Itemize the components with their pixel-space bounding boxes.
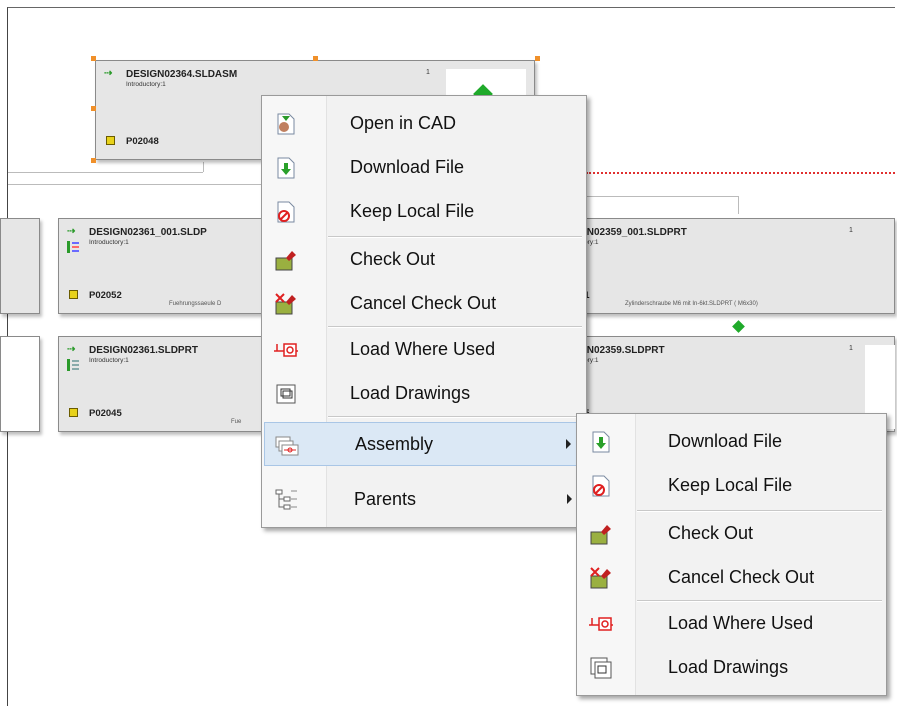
load-where-used-icon (589, 617, 613, 631)
cancel-check-out-icon (590, 567, 611, 589)
relation-dotted-line (586, 172, 895, 174)
structure-icon (67, 241, 79, 253)
menu-item-label: Load Drawings (668, 657, 789, 677)
menu-item-parents[interactable]: Parents (264, 478, 584, 522)
selection-handle[interactable] (535, 56, 540, 61)
menu-item-label: Open in CAD (350, 113, 457, 133)
load-drawings-icon (276, 384, 296, 404)
relation-arrow-icon: ⇢ (67, 344, 76, 355)
menu-item-load-where-used[interactable]: Load Where Used (264, 328, 584, 372)
selection-handle[interactable] (91, 106, 96, 111)
relation-arrow-icon: ⇢ (67, 226, 76, 237)
check-out-icon (275, 251, 296, 271)
download-file-icon (277, 157, 295, 179)
load-drawings-icon (590, 657, 612, 679)
node-description: Fue (231, 419, 242, 425)
connector-line (8, 172, 203, 173)
menu-item-check-out[interactable]: Check Out (264, 238, 584, 282)
node-title: GN02359_001.SLDPRT (579, 227, 687, 238)
node-revision: 1 (426, 69, 430, 76)
connector-line (738, 196, 739, 214)
menu-item-label: Load Where Used (668, 613, 814, 633)
open-in-cad-icon (277, 113, 295, 135)
connector-line (8, 184, 263, 185)
keep-local-file-icon (277, 201, 295, 223)
node-subtitle: Introductory:1 (89, 239, 129, 246)
node-revision: 1 (849, 227, 853, 234)
menu-item-label: Cancel Check Out (350, 293, 497, 313)
menu-item-label: Check Out (350, 249, 436, 269)
assembly-icon (275, 436, 299, 456)
connector-line (203, 162, 204, 172)
tree-node-partial[interactable] (0, 336, 40, 432)
node-title: DESIGN02364.SLDASM (126, 69, 238, 80)
menu-separator (328, 416, 582, 418)
submenu-item-cancel-check-out[interactable]: Cancel Check Out (579, 556, 884, 600)
menu-item-label: Load Drawings (350, 383, 471, 403)
menu-item-load-drawings[interactable]: Load Drawings (264, 372, 584, 416)
node-title: DESIGN02361_001.SLDP (89, 227, 207, 238)
check-out-icon (590, 525, 611, 545)
menu-item-open-in-cad[interactable]: Open in CAD (264, 102, 584, 146)
submenu-item-download-file[interactable]: Download File (579, 420, 884, 464)
node-subtitle: Introductory:1 (126, 81, 166, 88)
node-revision: 1 (849, 345, 853, 352)
load-where-used-icon (274, 343, 298, 357)
node-title: DESIGN02361.SLDPRT (89, 345, 198, 356)
node-description: Fuehrungssaeule D (169, 301, 222, 307)
relation-arrow-icon: ⇢ (104, 68, 113, 79)
submenu-arrow-icon (567, 494, 572, 504)
structure-icon (67, 359, 79, 371)
submenu-item-load-where-used[interactable]: Load Where Used (579, 602, 884, 646)
keep-local-file-icon (592, 475, 610, 497)
menu-item-label: Download File (668, 431, 783, 451)
menu-item-assembly[interactable]: Assembly (264, 422, 584, 466)
context-menu: Open in CAD Download File Keep Local Fil… (261, 95, 587, 528)
menu-item-label: Cancel Check Out (668, 567, 815, 587)
submenu-item-check-out[interactable]: Check Out (579, 512, 884, 556)
connector-line (586, 196, 738, 197)
submenu-item-load-drawings[interactable]: Load Drawings (579, 646, 884, 690)
part-cube-icon (106, 136, 115, 145)
node-description: Zylinderschraube M6 mit In-6kt.SLDPRT ( … (625, 301, 758, 307)
selection-handle[interactable] (91, 158, 96, 163)
selection-handle[interactable] (313, 56, 318, 61)
submenu-item-keep-local-file[interactable]: Keep Local File (579, 464, 884, 508)
part-cube-icon (69, 290, 78, 299)
download-file-icon (592, 431, 610, 453)
menu-item-keep-local-file[interactable]: Keep Local File (264, 190, 584, 234)
node-part-number: P02048 (126, 136, 159, 147)
cancel-check-out-icon (275, 293, 296, 315)
menu-item-label: Assembly (355, 434, 434, 454)
menu-item-cancel-check-out[interactable]: Cancel Check Out (264, 282, 584, 326)
menu-item-label: Parents (354, 489, 417, 509)
assembly-submenu: Download File Keep Local File Check Out … (576, 413, 887, 696)
part-cube-icon (69, 408, 78, 417)
menu-item-label: Download File (350, 157, 465, 177)
menu-item-label: Check Out (668, 523, 754, 543)
tree-node-partial[interactable] (0, 218, 40, 314)
node-title: GN02359.SLDPRT (579, 345, 665, 356)
node-part-number: P02052 (89, 290, 122, 301)
parents-icon (275, 489, 297, 510)
menu-item-download-file[interactable]: Download File (264, 146, 584, 190)
menu-item-label: Keep Local File (668, 475, 793, 495)
menu-item-label: Load Where Used (350, 339, 496, 359)
selection-handle[interactable] (91, 56, 96, 61)
menu-item-label: Keep Local File (350, 201, 475, 221)
node-subtitle: Introductory:1 (89, 357, 129, 364)
submenu-arrow-icon (566, 439, 571, 449)
node-part-number: P02045 (89, 408, 122, 419)
